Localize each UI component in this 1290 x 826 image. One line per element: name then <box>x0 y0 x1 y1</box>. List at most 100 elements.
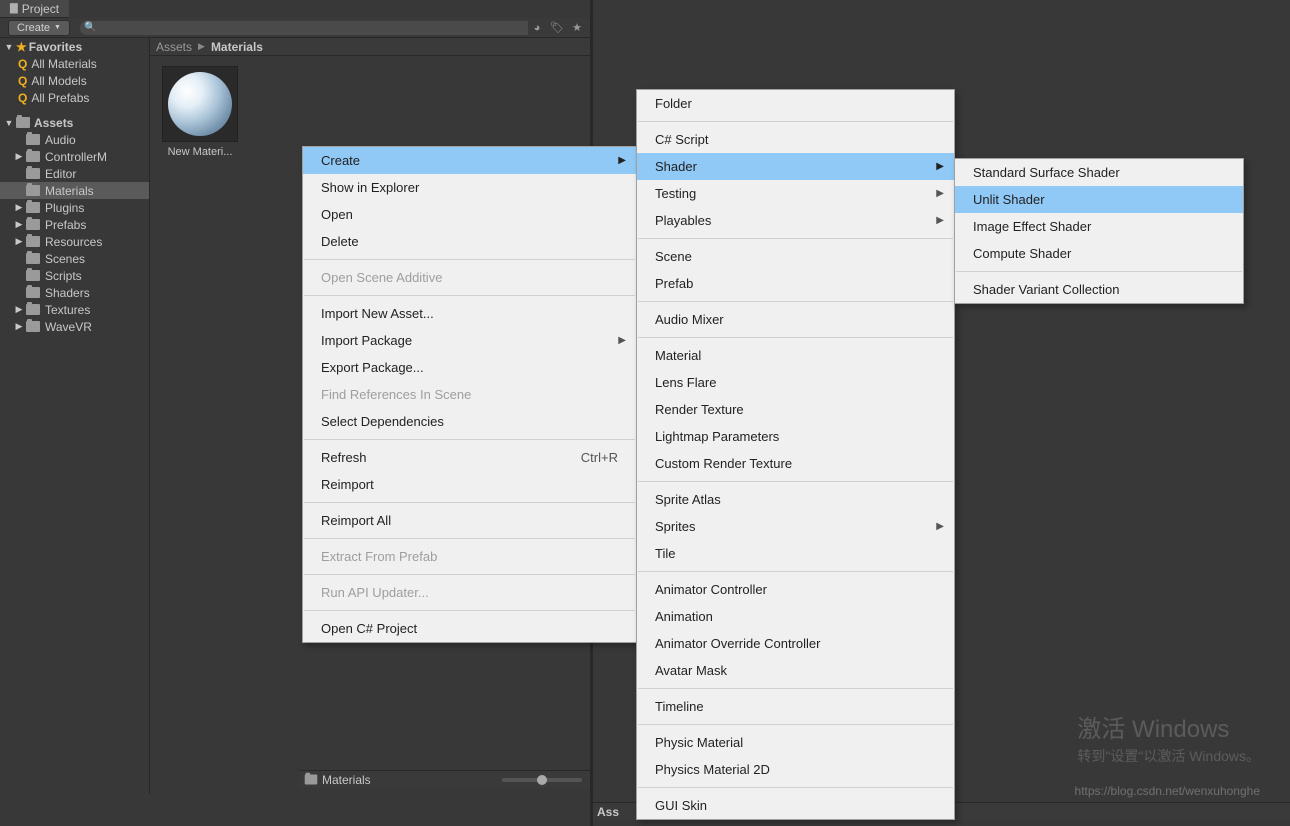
menu-item[interactable]: Timeline <box>637 693 954 720</box>
watermark-url: https://blog.csdn.net/wenxuhonghe <box>1075 784 1260 798</box>
menu-item-label: Render Texture <box>655 402 744 417</box>
search-area: 🔍 <box>80 21 528 35</box>
folder-item[interactable]: Scenes <box>0 250 149 267</box>
favorite-item[interactable]: QAll Models <box>0 72 149 89</box>
folder-icon <box>26 321 40 332</box>
menu-item[interactable]: Render Texture <box>637 396 954 423</box>
menu-item-label: Compute Shader <box>973 246 1071 261</box>
menu-separator <box>304 439 635 440</box>
menu-item[interactable]: Shader▶ <box>637 153 954 180</box>
menu-item[interactable]: Animator Controller <box>637 576 954 603</box>
chevron-down-icon[interactable] <box>4 42 14 52</box>
chevron-down-icon[interactable] <box>4 118 14 128</box>
menu-item[interactable]: Reimport <box>303 471 636 498</box>
folder-item[interactable]: Prefabs <box>0 216 149 233</box>
thumbnail-size-slider[interactable] <box>502 775 582 785</box>
menu-item-label: Export Package... <box>321 360 424 375</box>
menu-item[interactable]: Compute Shader <box>955 240 1243 267</box>
folder-item[interactable]: Resources <box>0 233 149 250</box>
menu-item-label: Open Scene Additive <box>321 270 442 285</box>
menu-item[interactable]: Sprite Atlas <box>637 486 954 513</box>
menu-separator <box>304 538 635 539</box>
filter-icon[interactable]: ◕ <box>528 20 546 36</box>
menu-item[interactable]: Sprites▶ <box>637 513 954 540</box>
chevron-right-icon[interactable] <box>14 304 24 315</box>
menu-item-label: Standard Surface Shader <box>973 165 1120 180</box>
menu-item[interactable]: Import Package▶ <box>303 327 636 354</box>
chevron-right-icon[interactable] <box>14 151 24 162</box>
folder-item[interactable]: Audio <box>0 131 149 148</box>
menu-item[interactable]: Physic Material <box>637 729 954 756</box>
menu-item[interactable]: C# Script <box>637 126 954 153</box>
menu-item[interactable]: Lightmap Parameters <box>637 423 954 450</box>
menu-item[interactable]: Export Package... <box>303 354 636 381</box>
folder-item[interactable]: WaveVR <box>0 318 149 335</box>
favorites-header[interactable]: ★ Favorites <box>0 38 149 55</box>
menu-item[interactable]: RefreshCtrl+R <box>303 444 636 471</box>
menu-separator <box>638 787 953 788</box>
search-input[interactable] <box>80 21 528 35</box>
menu-item[interactable]: Create▶ <box>303 147 636 174</box>
menu-item[interactable]: Tile <box>637 540 954 567</box>
menu-item[interactable]: Lens Flare <box>637 369 954 396</box>
menu-item[interactable]: Avatar Mask <box>637 657 954 684</box>
chevron-right-icon[interactable] <box>14 321 24 332</box>
breadcrumb-root[interactable]: Assets <box>156 40 192 54</box>
menu-item[interactable]: Unlit Shader <box>955 186 1243 213</box>
menu-item[interactable]: Delete <box>303 228 636 255</box>
menu-item[interactable]: Audio Mixer <box>637 306 954 333</box>
menu-item[interactable]: Show in Explorer <box>303 174 636 201</box>
menu-item-label: Run API Updater... <box>321 585 429 600</box>
folder-icon <box>305 775 318 785</box>
menu-item[interactable]: Reimport All <box>303 507 636 534</box>
menu-item[interactable]: Shader Variant Collection <box>955 276 1243 303</box>
breadcrumb-current[interactable]: Materials <box>211 40 263 54</box>
menu-item[interactable]: Custom Render Texture <box>637 450 954 477</box>
menu-item[interactable]: GUI Skin <box>637 792 954 819</box>
menu-item[interactable]: Animation <box>637 603 954 630</box>
menu-item: Find References In Scene <box>303 381 636 408</box>
folder-icon <box>26 287 40 298</box>
folder-item[interactable]: Editor <box>0 165 149 182</box>
menu-item[interactable]: Playables▶ <box>637 207 954 234</box>
menu-item[interactable]: Import New Asset... <box>303 300 636 327</box>
menu-item[interactable]: Image Effect Shader <box>955 213 1243 240</box>
chevron-right-icon[interactable] <box>14 219 24 230</box>
chevron-right-icon[interactable] <box>14 236 24 247</box>
assets-header[interactable]: Assets <box>0 114 149 131</box>
folder-label: Textures <box>45 303 90 317</box>
folder-item[interactable]: Materials <box>0 182 149 199</box>
menu-item[interactable]: Prefab <box>637 270 954 297</box>
menu-item-label: Playables <box>655 213 711 228</box>
create-button[interactable]: Create ▼ <box>8 20 70 36</box>
chevron-right-icon[interactable] <box>14 202 24 213</box>
tag-icon[interactable]: 🏷 <box>548 20 566 36</box>
menu-item-label: Tile <box>655 546 675 561</box>
slider-thumb[interactable] <box>537 775 547 785</box>
folder-label: Shaders <box>45 286 90 300</box>
menu-item[interactable]: Testing▶ <box>637 180 954 207</box>
menu-item-label: Avatar Mask <box>655 663 727 678</box>
asset-item[interactable]: New Materi... <box>160 66 240 158</box>
menu-item[interactable]: Standard Surface Shader <box>955 159 1243 186</box>
folder-item[interactable]: Shaders <box>0 284 149 301</box>
menu-item[interactable]: Open C# Project <box>303 615 636 642</box>
favorite-item[interactable]: QAll Materials <box>0 55 149 72</box>
project-tab[interactable]: ▇ Project <box>0 0 69 18</box>
folder-item[interactable]: Plugins <box>0 199 149 216</box>
menu-item[interactable]: Physics Material 2D <box>637 756 954 783</box>
menu-item-label: Create <box>321 153 360 168</box>
menu-item[interactable]: Scene <box>637 243 954 270</box>
menu-item[interactable]: Folder <box>637 90 954 117</box>
folder-label: WaveVR <box>45 320 92 334</box>
menu-item[interactable]: Material <box>637 342 954 369</box>
favorite-item[interactable]: QAll Prefabs <box>0 89 149 106</box>
folder-item[interactable]: Textures <box>0 301 149 318</box>
folder-item[interactable]: ControllerM <box>0 148 149 165</box>
folder-item[interactable]: Scripts <box>0 267 149 284</box>
menu-item[interactable]: Animator Override Controller <box>637 630 954 657</box>
menu-item[interactable]: Open <box>303 201 636 228</box>
menu-item[interactable]: Select Dependencies <box>303 408 636 435</box>
star-icon[interactable]: ★ <box>568 20 586 36</box>
folder-label: Scripts <box>45 269 82 283</box>
